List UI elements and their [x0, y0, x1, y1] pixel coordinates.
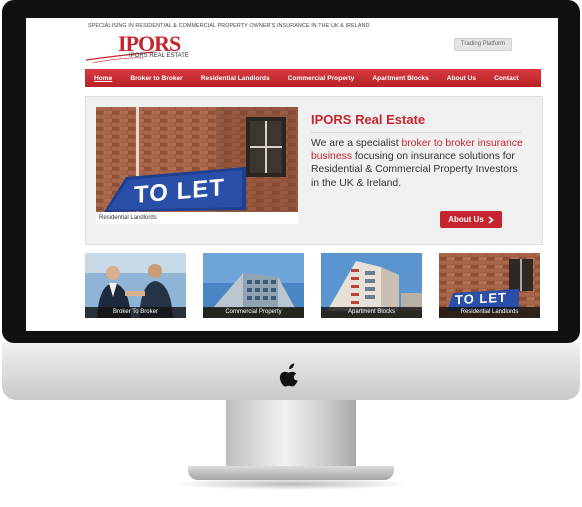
monitor-stand-base — [188, 466, 394, 480]
thumbnail-label: Residential Landlords — [439, 307, 540, 318]
thumbnail-broker-to-broker[interactable]: Broker To Broker — [85, 253, 186, 318]
monitor-bezel: SPECIALISING IN RESIDENTIAL & COMMERCIAL… — [2, 0, 580, 343]
hero-description: We are a specialist broker to broker ins… — [311, 137, 526, 190]
thumbnail-residential-landlords[interactable]: TO LET Residential Landlords — [439, 253, 540, 318]
about-us-button-label: About Us — [448, 215, 484, 224]
nav-broker-to-broker[interactable]: Broker to Broker — [121, 75, 191, 82]
about-us-button[interactable]: About Us — [440, 211, 502, 228]
hero-text-part: We are a specialist — [311, 138, 402, 149]
thumbnail-commercial-property[interactable]: Commercial Property — [203, 253, 304, 318]
main-nav: Home Broker to Broker Residential Landlo… — [85, 69, 541, 87]
nav-commercial-property[interactable]: Commercial Property — [279, 75, 364, 82]
website-screen: SPECIALISING IN RESIDENTIAL & COMMERCIAL… — [26, 18, 558, 331]
logo-subtitle: IPORS REAL ESTATE — [129, 53, 189, 59]
thumbnail-label: Commercial Property — [203, 307, 304, 318]
hero-image: TO LET — [96, 107, 298, 212]
hero-panel: TO LET Residential Landlords IPORS Real … — [85, 96, 543, 245]
apple-logo-icon — [279, 363, 298, 387]
chevron-right-icon — [488, 215, 494, 224]
thumbnail-label: Broker To Broker — [85, 307, 186, 318]
hero-divider — [311, 132, 521, 133]
hero-caption: Residential Landlords — [96, 212, 298, 224]
thumbnail-row: Broker To Broker Commercial Property Apa… — [85, 253, 541, 318]
to-let-sign-text: TO LET — [455, 289, 507, 308]
nav-contact[interactable]: Contact — [485, 75, 528, 82]
nav-about-us[interactable]: About Us — [438, 75, 485, 82]
site-tagline: SPECIALISING IN RESIDENTIAL & COMMERCIAL… — [88, 23, 370, 29]
nav-residential-landlords[interactable]: Residential Landlords — [192, 75, 279, 82]
thumbnail-apartment-blocks[interactable]: Apartment Blocks — [321, 253, 422, 318]
nav-apartment-blocks[interactable]: Apartment Blocks — [363, 75, 437, 82]
trading-platform-button[interactable]: Trading Platform — [454, 38, 512, 51]
nav-home[interactable]: Home — [85, 75, 121, 82]
hero-title: IPORS Real Estate — [311, 112, 426, 127]
monitor-stand — [226, 400, 356, 468]
thumbnail-label: Apartment Blocks — [321, 307, 422, 318]
